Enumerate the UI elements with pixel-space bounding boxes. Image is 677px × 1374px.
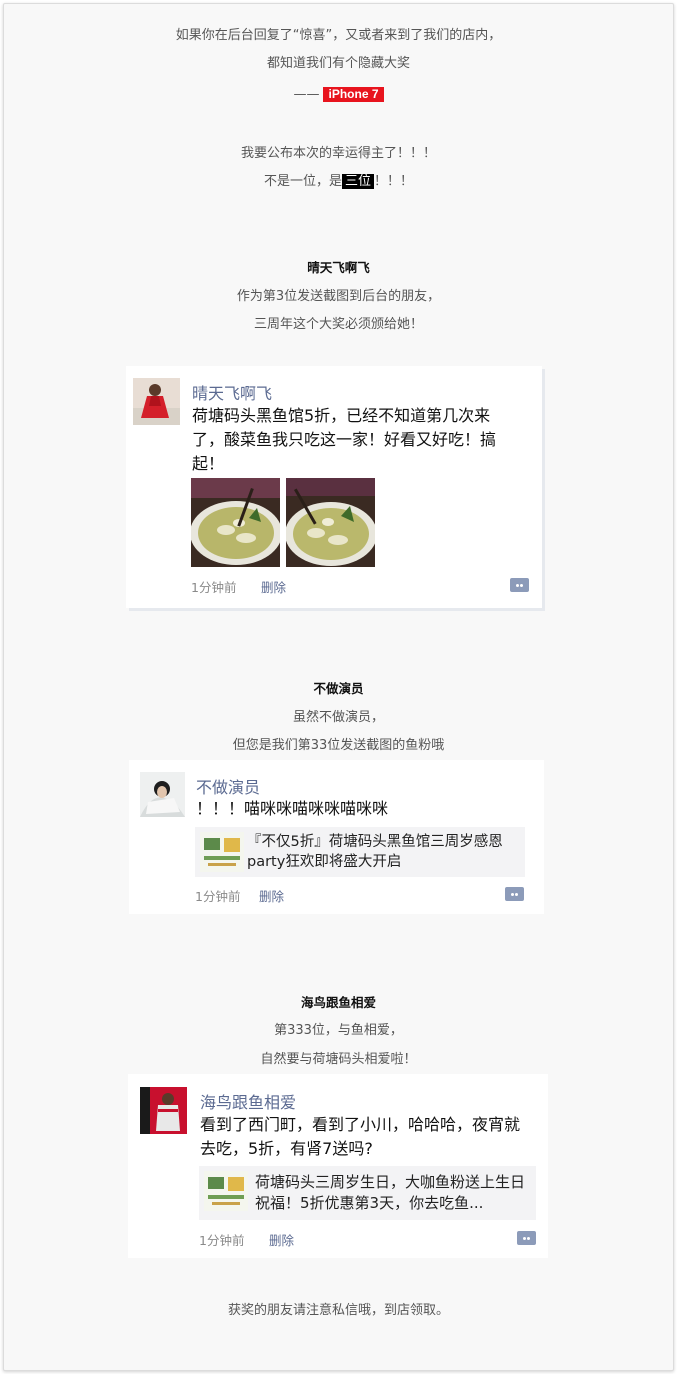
winner-3-desc-1: 第333位，与鱼相爱， xyxy=(274,1023,403,1038)
winner-3-heading: 海鸟跟鱼相爱 xyxy=(300,995,376,1010)
winner-2-moment-card: 不做演员 ！！！喵咪咪喵咪咪喵咪咪 『不仅5折』荷塘码头黑鱼馆三周岁感恩part… xyxy=(129,760,544,914)
post-time: 1分钟前 xyxy=(199,1233,245,1248)
link-title: 『不仅5折』荷塘码头黑鱼馆三周岁感恩party狂欢即将盛大开启 xyxy=(247,834,503,870)
announce-line: 我要公布本次的幸运得主了！！！ xyxy=(240,146,436,161)
footer-note: 获奖的朋友请注意私信哦，到店领取。 xyxy=(227,1303,449,1318)
post-photo-1[interactable] xyxy=(191,478,280,567)
intro-line-2: 都知道我们有个隐藏大奖 xyxy=(266,56,410,71)
winner-1-moment-card: 晴天飞啊飞 荷塘码头黑鱼馆5折，已经不知道第几次来了，酸菜鱼我只吃这一家！好看又… xyxy=(126,366,542,608)
user-name[interactable]: 海鸟跟鱼相爱 xyxy=(200,1089,296,1113)
winner-1-heading: 晴天飞啊飞 xyxy=(307,260,370,275)
shared-link[interactable]: 荷塘码头三周岁生日，大咖鱼粉送上生日祝福！5折优惠第3天，你去吃鱼... xyxy=(199,1166,536,1220)
comment-icon[interactable] xyxy=(510,578,529,592)
delete-link[interactable]: 删除 xyxy=(259,886,284,905)
winner-2-heading: 不做演员 xyxy=(313,681,364,696)
link-title: 荷塘码头三周岁生日，大咖鱼粉送上生日祝福！5折优惠第3天，你去吃鱼... xyxy=(255,1173,526,1212)
post-text: 看到了西门町，看到了小川，哈哈哈，夜宵就去吃，5折，有肾7送吗? xyxy=(200,1115,521,1158)
dash: —— xyxy=(293,87,320,102)
delete-link[interactable]: 删除 xyxy=(261,577,286,596)
winner-3-desc-2: 自然要与荷塘码头相爱啦！ xyxy=(260,1052,417,1067)
winner-2-desc-1: 虽然不做演员， xyxy=(292,710,384,725)
post-text: 荷塘码头黑鱼馆5折，已经不知道第几次来了，酸菜鱼我只吃这一家！好看又好吃！搞起！ xyxy=(192,406,497,473)
shared-link[interactable]: 『不仅5折』荷塘码头黑鱼馆三周岁感恩party狂欢即将盛大开启 xyxy=(195,827,525,877)
avatar[interactable] xyxy=(140,772,185,817)
intro-line-1: 如果你在后台回复了“惊喜”，又或者来到了我们的店内， xyxy=(175,28,502,43)
winner-1-desc-2: 三周年这个大奖必须颁给她！ xyxy=(253,317,423,332)
link-thumbnail xyxy=(204,1171,248,1211)
winner-3-moment-card: 海鸟跟鱼相爱 看到了西门町，看到了小川，哈哈哈，夜宵就去吃，5折，有肾7送吗? … xyxy=(128,1074,548,1258)
user-name[interactable]: 不做演员 xyxy=(196,774,260,798)
prize-line: —— iPhone 7 xyxy=(0,86,677,104)
comment-icon[interactable] xyxy=(517,1231,536,1245)
link-thumbnail xyxy=(200,832,244,872)
count-prefix: 不是一位，是 xyxy=(263,174,342,189)
count-suffix: ！！！ xyxy=(374,174,414,189)
post-text: ！！！喵咪咪喵咪咪喵咪咪 xyxy=(196,799,389,818)
winner-1-desc-1: 作为第3位发送截图到后台的朋友， xyxy=(236,289,441,304)
delete-link[interactable]: 删除 xyxy=(269,1230,294,1249)
count-highlight: 三位 xyxy=(341,174,374,189)
post-time: 1分钟前 xyxy=(195,889,241,904)
post-photo-2[interactable] xyxy=(286,478,375,567)
winner-2-desc-2: 但您是我们第33位发送截图的鱼粉哦 xyxy=(232,738,445,753)
avatar[interactable] xyxy=(140,1087,187,1134)
prize-badge: iPhone 7 xyxy=(323,87,384,102)
comment-icon[interactable] xyxy=(505,887,524,901)
count-line: 不是一位，是 三位！！！ xyxy=(0,173,677,191)
post-time: 1分钟前 xyxy=(191,580,237,595)
avatar[interactable] xyxy=(133,378,180,425)
user-name[interactable]: 晴天飞啊飞 xyxy=(192,380,272,404)
